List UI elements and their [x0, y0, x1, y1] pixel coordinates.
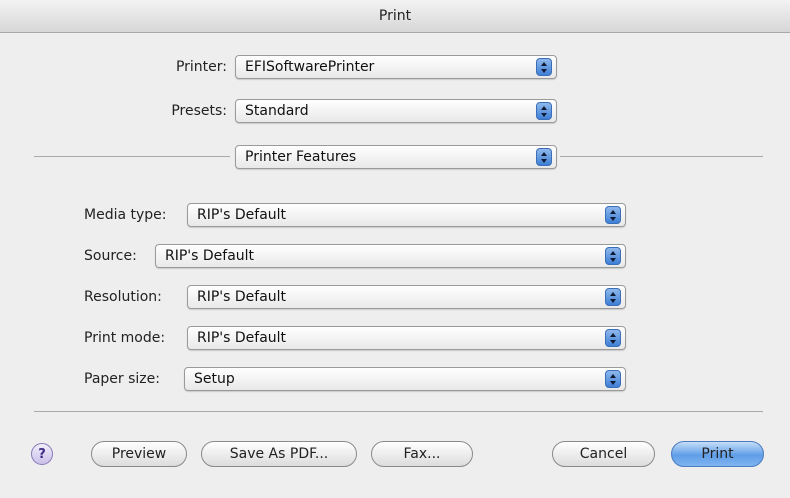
panel-select-value: Printer Features: [245, 149, 357, 165]
panel-select[interactable]: Printer Features: [235, 145, 557, 169]
resolution-select[interactable]: RIP's Default: [187, 285, 626, 309]
popup-arrows-icon: [536, 102, 552, 120]
print-button-label: Print: [701, 446, 734, 462]
save-as-pdf-button-label: Save As PDF...: [229, 446, 329, 462]
source-select[interactable]: RIP's Default: [155, 244, 626, 268]
popup-arrows-icon: [536, 148, 552, 166]
source-label: Source:: [84, 248, 137, 264]
paper-size-value: Setup: [194, 371, 235, 387]
popup-arrows-icon: [605, 370, 621, 388]
fax-button[interactable]: Fax...: [371, 441, 473, 467]
help-icon: ?: [38, 446, 46, 462]
popup-arrows-icon: [605, 288, 621, 306]
print-mode-value: RIP's Default: [197, 330, 287, 346]
separator-right: [560, 156, 763, 157]
preview-button[interactable]: Preview: [91, 441, 187, 467]
presets-select[interactable]: Standard: [235, 99, 557, 123]
print-mode-label: Print mode:: [84, 330, 166, 346]
print-mode-select[interactable]: RIP's Default: [187, 326, 626, 350]
separator-left: [34, 156, 230, 157]
popup-arrows-icon: [605, 206, 621, 224]
printer-select[interactable]: EFISoftwarePrinter: [235, 55, 557, 79]
printer-select-value: EFISoftwarePrinter: [245, 59, 375, 75]
paper-size-select[interactable]: Setup: [184, 367, 626, 391]
bottom-separator: [34, 411, 763, 412]
printer-label: Printer:: [175, 59, 227, 75]
cancel-button-label: Cancel: [579, 446, 628, 462]
window-title: Print: [378, 8, 412, 24]
print-button[interactable]: Print: [671, 441, 764, 467]
save-as-pdf-button[interactable]: Save As PDF...: [201, 441, 357, 467]
popup-arrows-icon: [536, 58, 552, 76]
preview-button-label: Preview: [111, 446, 167, 462]
help-button[interactable]: ?: [31, 443, 53, 465]
presets-select-value: Standard: [245, 103, 309, 119]
cancel-button[interactable]: Cancel: [552, 441, 655, 467]
source-value: RIP's Default: [165, 248, 255, 264]
paper-size-label: Paper size:: [84, 371, 160, 387]
media-type-label: Media type:: [84, 207, 167, 223]
presets-label: Presets:: [171, 103, 227, 119]
resolution-label: Resolution:: [84, 289, 162, 305]
media-type-value: RIP's Default: [197, 207, 287, 223]
popup-arrows-icon: [605, 329, 621, 347]
fax-button-label: Fax...: [403, 446, 441, 462]
popup-arrows-icon: [605, 247, 621, 265]
resolution-value: RIP's Default: [197, 289, 287, 305]
print-dialog: Printer: EFISoftwarePrinter Presets: Sta…: [0, 33, 790, 498]
media-type-select[interactable]: RIP's Default: [187, 203, 626, 227]
window-titlebar: Print: [0, 0, 790, 33]
